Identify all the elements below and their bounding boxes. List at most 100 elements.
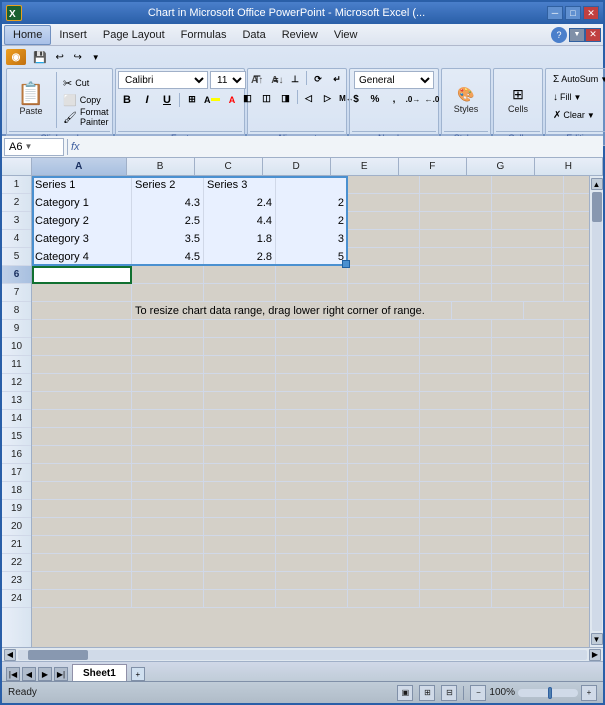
border-button[interactable]: ⊞ [183,91,201,108]
cell-10-H[interactable] [564,338,589,356]
cell-3-G[interactable] [492,212,564,230]
cell-5-D[interactable]: 5 [276,248,348,266]
row-num-5[interactable]: 5 [2,248,31,266]
h-scroll-track[interactable] [18,650,587,660]
cell-18-G[interactable] [492,482,564,500]
row-num-21[interactable]: 21 [2,536,31,554]
name-box-arrow[interactable]: ▼ [24,142,32,151]
row-num-8[interactable]: 8 [2,302,31,320]
align-middle-button[interactable]: ≡ [267,71,285,88]
italic-button[interactable]: I [138,91,156,108]
cell-2-D[interactable]: 2 [276,194,348,212]
row-num-18[interactable]: 18 [2,482,31,500]
cell-11-F[interactable] [420,356,492,374]
restore-button[interactable]: □ [565,6,581,20]
currency-button[interactable]: $ [347,91,365,108]
scroll-track[interactable] [592,192,602,631]
cell-19-F[interactable] [420,500,492,518]
sheet-tab-navigation[interactable]: |◀ ◀ ▶ ▶| [6,667,68,681]
cell-15-F[interactable] [420,428,492,446]
cell-2-G[interactable] [492,194,564,212]
cell-20-E[interactable] [348,518,420,536]
cell-15-G[interactable] [492,428,564,446]
cell-11-D[interactable] [276,356,348,374]
cell-7-B[interactable] [132,284,204,302]
cell-3-A[interactable]: Category 2 [32,212,132,230]
scroll-up-button[interactable]: ▲ [591,178,603,190]
cell-18-B[interactable] [132,482,204,500]
cell-6-E[interactable] [348,266,420,284]
scroll-down-button[interactable]: ▼ [591,633,603,645]
app-close-button[interactable]: ✕ [585,28,601,42]
cell-5-H[interactable] [564,248,589,266]
increase-decimal-button[interactable]: .0→ [404,91,422,108]
cell-9-D[interactable] [276,320,348,338]
cell-13-B[interactable] [132,392,204,410]
cell-10-A[interactable] [32,338,132,356]
cell-11-C[interactable] [204,356,276,374]
cell-14-G[interactable] [492,410,564,428]
cell-12-G[interactable] [492,374,564,392]
cell-16-F[interactable] [420,446,492,464]
cell-19-G[interactable] [492,500,564,518]
cell-24-E[interactable] [348,590,420,608]
cell-14-H[interactable] [564,410,589,428]
cell-11-A[interactable] [32,356,132,374]
customize-qat[interactable]: ▼ [88,49,104,65]
cell-20-H[interactable] [564,518,589,536]
zoom-slider-thumb[interactable] [548,687,552,699]
menu-page-layout[interactable]: Page Layout [95,25,173,45]
cell-3-F[interactable] [420,212,492,230]
comma-button[interactable]: , [385,91,403,108]
cell-18-F[interactable] [420,482,492,500]
cell-17-G[interactable] [492,464,564,482]
cell-8-D[interactable] [524,302,589,320]
cell-17-A[interactable] [32,464,132,482]
cell-17-D[interactable] [276,464,348,482]
cell-23-H[interactable] [564,572,589,590]
row-num-16[interactable]: 16 [2,446,31,464]
scroll-thumb[interactable] [592,192,602,222]
minimize-button[interactable]: ─ [547,6,563,20]
cell-24-B[interactable] [132,590,204,608]
menu-insert[interactable]: Insert [51,25,95,45]
cell-24-H[interactable] [564,590,589,608]
h-scroll-thumb[interactable] [28,650,88,660]
cell-17-B[interactable] [132,464,204,482]
cell-19-B[interactable] [132,500,204,518]
cell-16-E[interactable] [348,446,420,464]
cell-8-A[interactable] [32,302,132,320]
cell-1-E[interactable] [348,176,420,194]
cell-22-F[interactable] [420,554,492,572]
cell-13-G[interactable] [492,392,564,410]
cell-2-F[interactable] [420,194,492,212]
cell-2-E[interactable] [348,194,420,212]
cell-4-C[interactable]: 1.8 [204,230,276,248]
cell-23-C[interactable] [204,572,276,590]
menu-home[interactable]: Home [4,25,51,45]
cell-6-D[interactable] [276,266,348,284]
cell-21-B[interactable] [132,536,204,554]
align-center-button[interactable]: ◫ [258,90,276,107]
cell-2-B[interactable]: 4.3 [132,194,204,212]
col-header-b[interactable]: B [127,158,195,175]
zoom-out-button[interactable]: − [470,685,486,701]
cell-4-A[interactable]: Category 3 [32,230,132,248]
close-button[interactable]: ✕ [583,6,599,20]
cell-3-D[interactable]: 2 [276,212,348,230]
cell-9-G[interactable] [492,320,564,338]
cell-2-A[interactable]: Category 1 [32,194,132,212]
row-num-14[interactable]: 14 [2,410,31,428]
cell-17-F[interactable] [420,464,492,482]
cell-13-E[interactable] [348,392,420,410]
zoom-in-button[interactable]: + [581,685,597,701]
quick-redo[interactable]: ↪ [70,49,86,65]
cell-6-H[interactable] [564,266,589,284]
cell-9-H[interactable] [564,320,589,338]
cell-11-H[interactable] [564,356,589,374]
ribbon-minimize-button[interactable]: ▼ [569,28,585,42]
cell-13-A[interactable] [32,392,132,410]
align-top-button[interactable]: ⊤ [248,71,266,88]
cell-7-E[interactable] [348,284,420,302]
cell-10-E[interactable] [348,338,420,356]
